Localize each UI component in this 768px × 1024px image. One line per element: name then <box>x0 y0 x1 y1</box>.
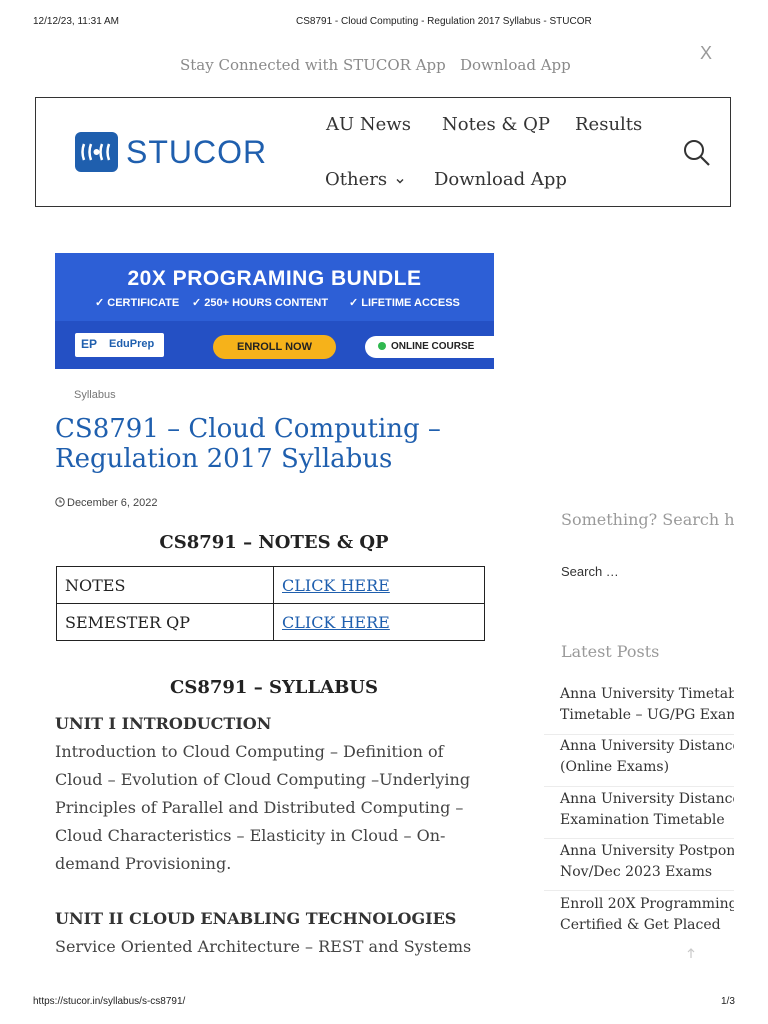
unit1-body: Introduction to Cloud Computing – Defini… <box>55 738 495 878</box>
eduprep-logo: EP EduPrep <box>75 333 164 357</box>
latest-post-item[interactable]: Anna University Distance Examination Tim… <box>544 786 734 839</box>
latest-post-item[interactable]: Anna University Timetab Timetable – UG/P… <box>544 682 734 735</box>
category-link[interactable]: Syllabus <box>74 389 116 401</box>
table-row: NOTES CLICK HERE <box>56 566 485 604</box>
unit2-heading: UNIT II CLOUD ENABLING TECHNOLOGIES <box>55 909 457 928</box>
nav-others-label: Others <box>325 169 388 190</box>
qp-click-here-link[interactable]: CLICK HERE <box>282 613 390 632</box>
nav-notes-qp[interactable]: Notes & QP <box>442 114 550 135</box>
latest-post-line: (Online Exams) <box>560 759 670 775</box>
latest-post-line: Anna University Postpon <box>560 843 734 859</box>
latest-post-line: Nov/Dec 2023 Exams <box>560 864 713 880</box>
latest-post-item[interactable]: Anna University Postpon Nov/Dec 2023 Exa… <box>544 838 734 891</box>
sidebar-search-prompt: Something? Search h <box>561 510 734 529</box>
latest-post-line: Examination Timetable <box>560 812 725 828</box>
table-cell-label: NOTES <box>56 566 274 604</box>
print-datetime: 12/12/23, 11:31 AM <box>33 16 119 27</box>
unit1-line: Cloud – Evolution of Cloud Computing –Un… <box>55 770 471 789</box>
online-course-label: ONLINE COURSE <box>391 341 475 352</box>
post-title-wrap: CS8791 – Cloud Computing – Regulation 20… <box>55 414 485 474</box>
post-date: December 6, 2022 <box>55 497 158 510</box>
notes-heading: CS8791 – NOTES & QP <box>159 532 389 553</box>
sidebar-search-input[interactable]: Search … <box>561 564 619 579</box>
banner-title: 20X PROGRAMING BUNDLE <box>127 267 422 290</box>
post-date-text: December 6, 2022 <box>67 497 158 509</box>
close-button[interactable]: X <box>700 43 712 64</box>
table-cell-label: SEMESTER QP <box>56 603 274 641</box>
unit2-line: Service Oriented Architecture – REST and… <box>55 937 472 956</box>
eduprep-mark: EP <box>81 337 98 351</box>
enroll-now-button[interactable]: ENROLL NOW <box>213 335 336 359</box>
unit1-line: demand Provisioning. <box>55 854 232 873</box>
eduprep-text: EduPrep <box>109 338 155 350</box>
banner-feature-lifetime: ✓ LIFETIME ACCESS <box>349 297 460 309</box>
banner-feature-certificate: ✓ CERTIFICATE <box>95 297 180 309</box>
print-url: https://stucor.in/syllabus/s-cs8791/ <box>33 996 186 1007</box>
site-header: STUCOR AU News Notes & QP Results Others… <box>35 97 731 207</box>
search-icon[interactable] <box>682 138 712 168</box>
nav-others[interactable]: Others <box>325 169 405 191</box>
latest-post-line: Timetable – UG/PG Exam <box>560 707 734 723</box>
clock-icon <box>55 497 65 510</box>
topbar-text: Stay Connected with STUCOR App <box>180 56 446 74</box>
unit1-line: Introduction to Cloud Computing – Defini… <box>55 742 444 761</box>
latest-post-line: Certified & Get Placed <box>560 917 721 933</box>
latest-posts-heading: Latest Posts <box>561 642 660 661</box>
logo-text[interactable]: STUCOR <box>126 134 267 171</box>
promo-banner[interactable]: 20X PROGRAMING BUNDLE ✓ CERTIFICATE ✓ 25… <box>55 253 494 369</box>
table-cell-link: CLICK HERE <box>273 566 485 604</box>
print-page-title: CS8791 - Cloud Computing - Regulation 20… <box>296 16 592 27</box>
unit1-line: Principles of Parallel and Distributed C… <box>55 798 464 817</box>
post-title: CS8791 – Cloud Computing – Regulation 20… <box>55 414 441 474</box>
table-row: SEMESTER QP CLICK HERE <box>56 603 485 641</box>
unit1-line: Cloud Characteristics – Elasticity in Cl… <box>55 826 446 845</box>
latest-post-item[interactable]: Anna University Distance (Online Exams) <box>544 734 734 787</box>
topbar-download-link[interactable]: Download App <box>460 56 571 74</box>
latest-post-line: Enroll 20X Programming <box>560 896 734 912</box>
unit1-heading: UNIT I INTRODUCTION <box>55 714 272 733</box>
green-dot-icon <box>378 342 386 351</box>
nav-results[interactable]: Results <box>575 114 642 135</box>
nav-download-app[interactable]: Download App <box>434 169 567 190</box>
chevron-down-icon <box>395 170 405 191</box>
latest-post-line: Anna University Distance <box>560 791 734 807</box>
latest-post-line: Anna University Distance <box>560 738 734 754</box>
banner-feature-hours: ✓ 250+ HOURS CONTENT <box>192 297 329 309</box>
latest-post-item[interactable]: Enroll 20X Programming Certified & Get P… <box>544 890 734 940</box>
syllabus-heading: CS8791 – SYLLABUS <box>170 677 378 698</box>
print-page-number: 1/3 <box>721 996 735 1007</box>
table-cell-link: CLICK HERE <box>273 603 485 641</box>
online-course-badge: ONLINE COURSE <box>365 336 494 358</box>
back-to-top-icon[interactable] <box>686 944 696 958</box>
notes-table: NOTES CLICK HERE SEMESTER QP CLICK HERE <box>56 566 485 641</box>
nav-au-news[interactable]: AU News <box>326 114 411 135</box>
logo-icon[interactable] <box>75 132 118 172</box>
latest-post-line: Anna University Timetab <box>560 686 734 702</box>
notes-click-here-link[interactable]: CLICK HERE <box>282 576 390 595</box>
